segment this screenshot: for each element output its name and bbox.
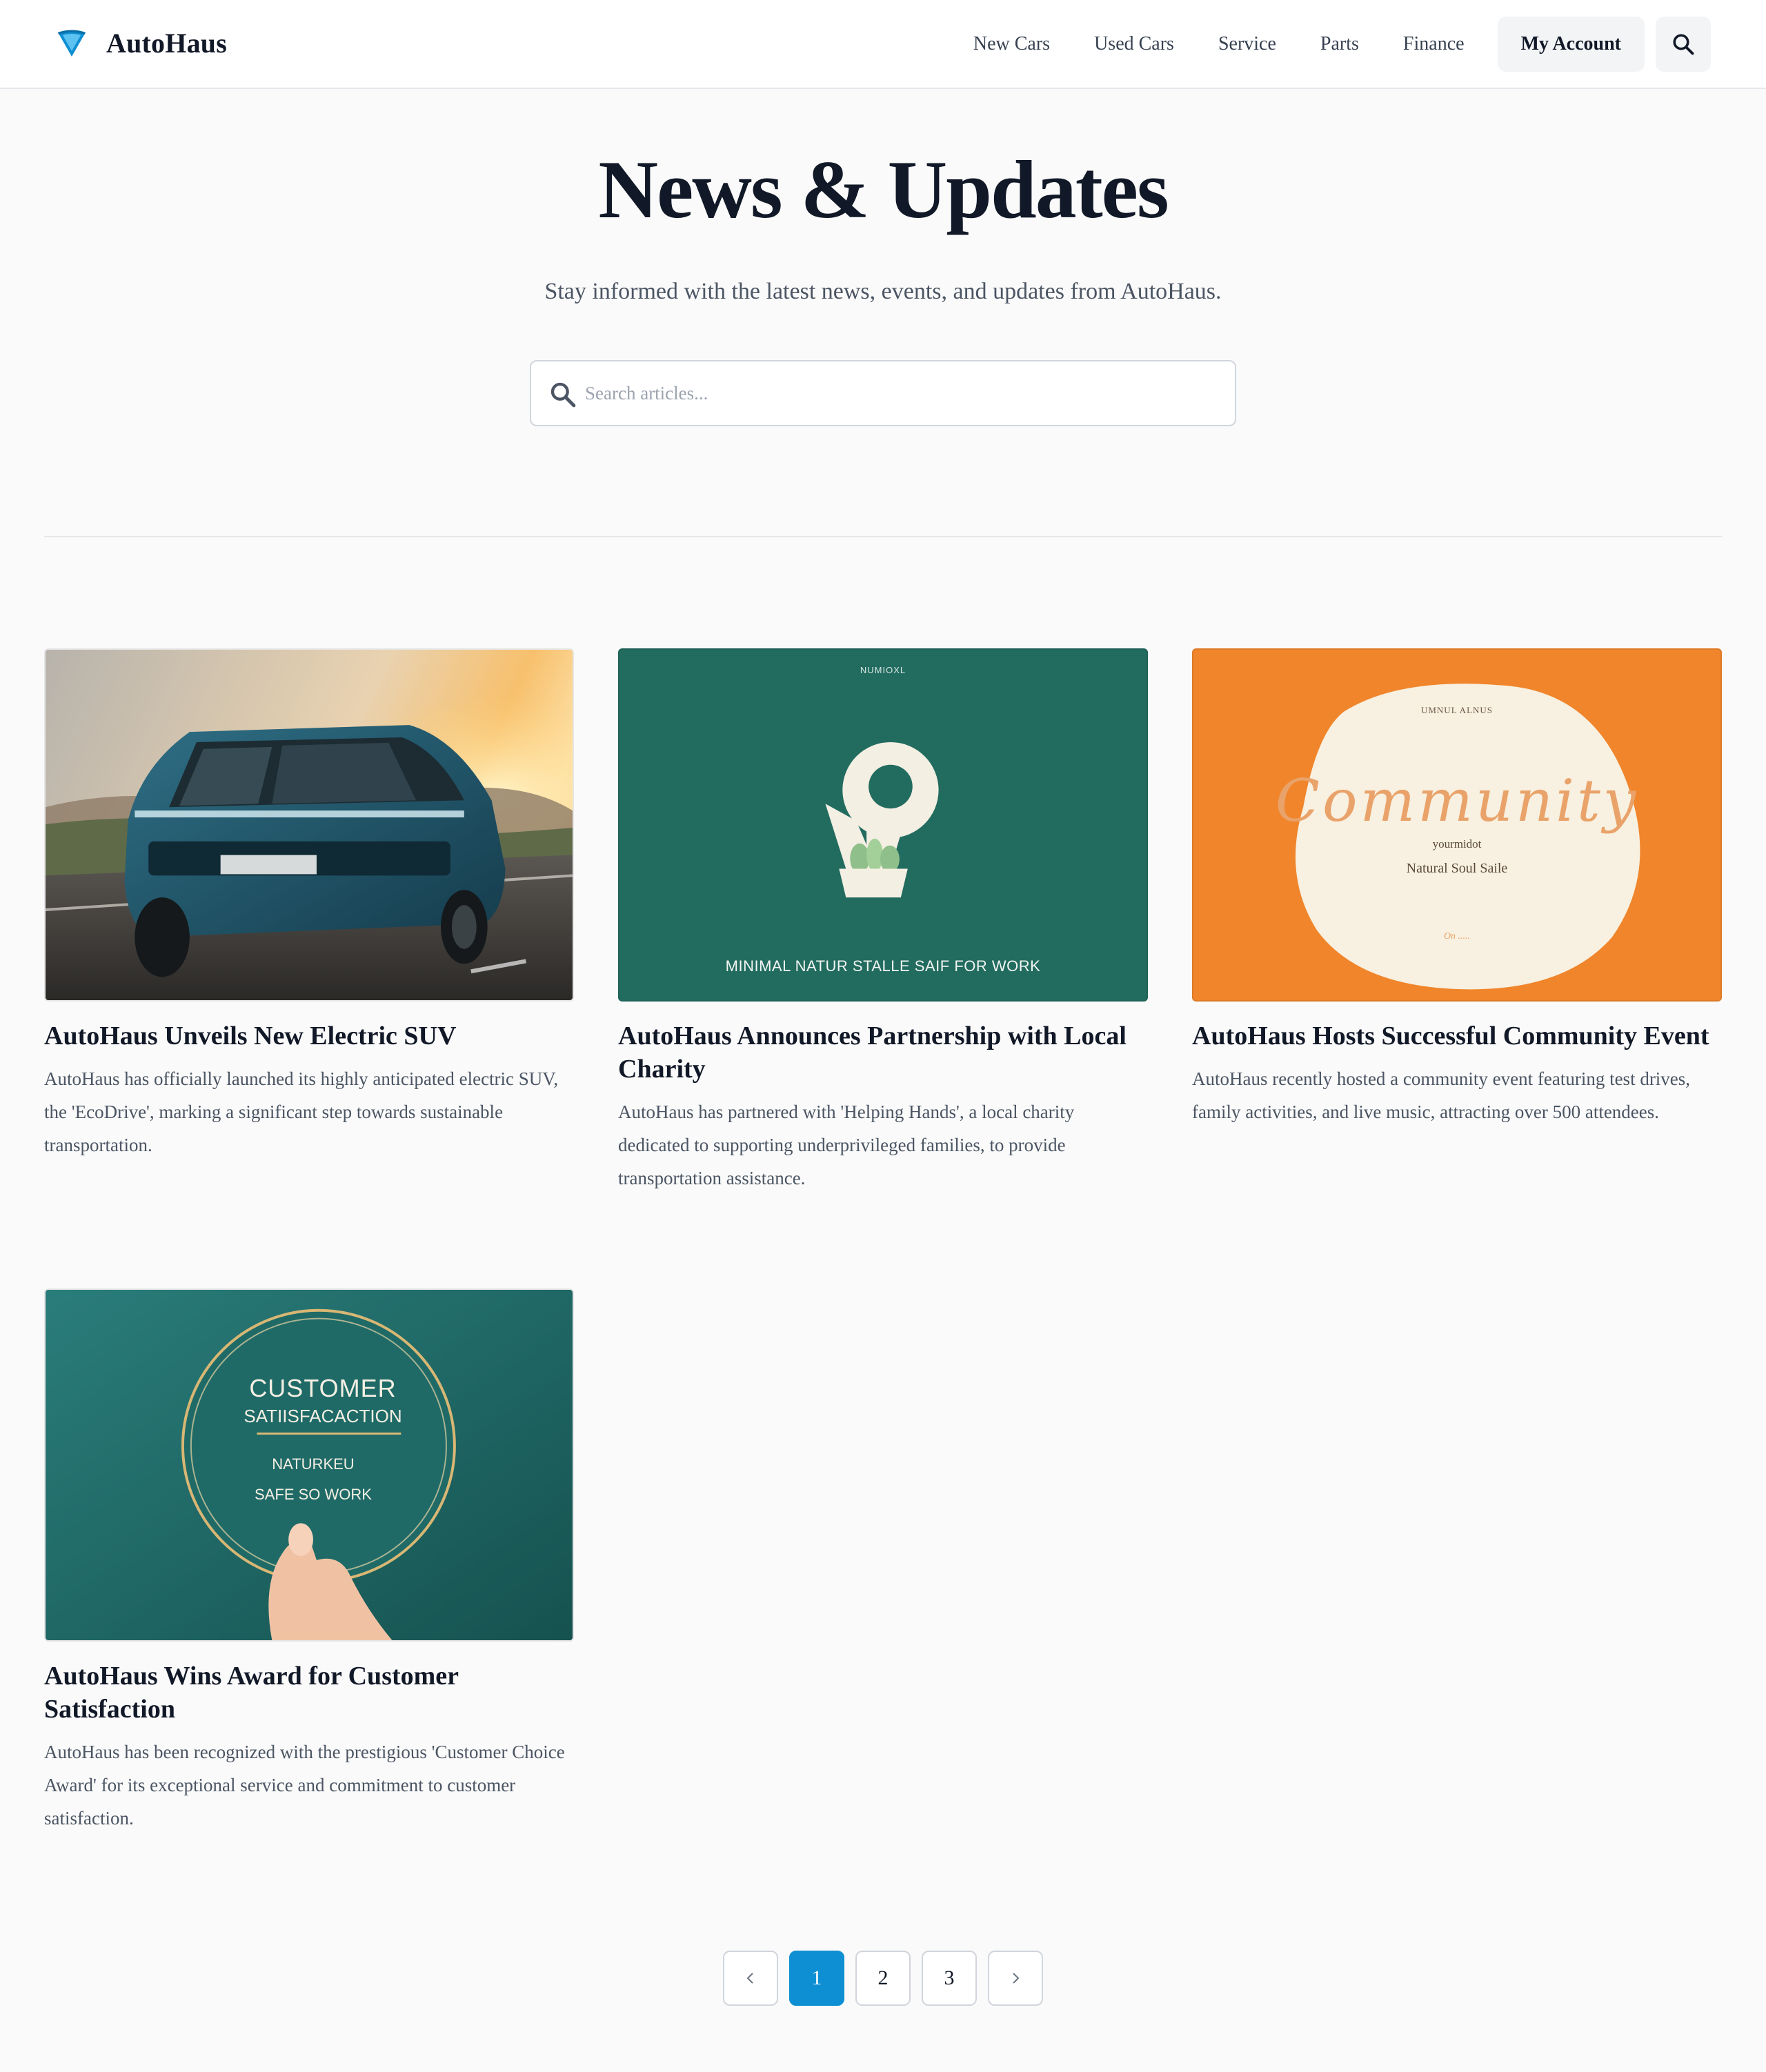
image-caption-line1: CUSTOMER <box>249 1374 397 1402</box>
article-title[interactable]: AutoHaus Announces Partnership with Loca… <box>618 1019 1148 1086</box>
image-caption-line4: SAFE SO WORK <box>255 1486 372 1503</box>
search-icon <box>1673 34 1694 55</box>
article-excerpt: AutoHaus recently hosted a community eve… <box>1192 1068 1691 1122</box>
pagination-page-2[interactable]: 2 <box>855 1951 911 2006</box>
brand-name: AutoHaus <box>106 27 227 59</box>
search-icon <box>550 382 576 408</box>
main-nav: New Cars Used Cars Service Parts Finance… <box>973 17 1711 72</box>
article-title[interactable]: AutoHaus Hosts Successful Community Even… <box>1192 1019 1722 1053</box>
image-caption-line1: yourmidot <box>1432 837 1482 850</box>
image-script-text: Community <box>1275 767 1639 835</box>
pagination: 1 2 3 <box>723 1951 1043 2006</box>
image-caption-bottom: MINIMAL NATUR STALLE SAIF FOR WORK <box>725 957 1041 975</box>
brand-logo[interactable]: AutoHaus <box>55 23 227 62</box>
article-image-award[interactable]: CUSTOMER SATIISFACACTION NATURKEU SAFE S… <box>44 1288 574 1642</box>
page-subtitle: Stay informed with the latest news, even… <box>544 279 1222 304</box>
header-search-button[interactable] <box>1656 17 1711 72</box>
article-image-charity[interactable]: NUMIOXL MINIMAL NATUR STALLE SAIF FOR WO… <box>618 648 1148 1002</box>
article-card[interactable]: NUMIOXL MINIMAL NATUR STALLE SAIF FOR WO… <box>618 648 1148 1195</box>
image-caption-line3: On ..... <box>1443 931 1471 942</box>
section-divider <box>44 536 1722 537</box>
pagination-next-button[interactable] <box>988 1951 1043 2006</box>
page-title: News & Updates <box>598 143 1169 235</box>
site-header: AutoHaus New Cars Used Cars Service Part… <box>0 0 1766 89</box>
pagination-page-1[interactable]: 1 <box>789 1951 844 2006</box>
article-title[interactable]: AutoHaus Unveils New Electric SUV <box>44 1019 574 1053</box>
chevron-left-icon <box>746 1973 753 1984</box>
image-caption-top: NUMIOXL <box>860 665 906 675</box>
nav-link-parts[interactable]: Parts <box>1320 33 1359 55</box>
pagination-page-3[interactable]: 3 <box>922 1951 977 2006</box>
chevron-right-icon <box>1013 1973 1020 1984</box>
plant-illustration-image <box>619 650 1147 1000</box>
article-search-box <box>530 360 1236 426</box>
image-caption-top: UMNUL ALNUS <box>1420 705 1494 715</box>
shield-logo-icon <box>58 30 86 57</box>
article-card[interactable]: UMNUL ALNUS Community yourmidot Natural … <box>1192 648 1722 1128</box>
article-image-electric-suv[interactable] <box>44 648 574 1002</box>
nav-link-used-cars[interactable]: Used Cars <box>1094 33 1174 55</box>
article-card[interactable]: CUSTOMER SATIISFACACTION NATURKEU SAFE S… <box>44 1288 574 1835</box>
nav-link-service[interactable]: Service <box>1218 33 1276 55</box>
electric-suv-image <box>46 650 573 1000</box>
image-caption-line3: NATURKEU <box>272 1455 355 1473</box>
nav-link-new-cars[interactable]: New Cars <box>973 33 1050 55</box>
image-caption-line2: SATIISFACACTION <box>244 1406 402 1426</box>
article-excerpt: AutoHaus has officially launched its hig… <box>44 1068 559 1155</box>
article-search-input[interactable] <box>585 363 1220 424</box>
article-title[interactable]: AutoHaus Wins Award for Customer Satisfa… <box>44 1660 574 1726</box>
article-excerpt: AutoHaus has been recognized with the pr… <box>44 1742 565 1829</box>
pagination-prev-button[interactable] <box>723 1951 778 2006</box>
article-card[interactable]: AutoHaus Unveils New Electric SUV AutoHa… <box>44 648 574 1162</box>
image-caption-line2: Natural Soul Saile <box>1406 861 1508 876</box>
my-account-button[interactable]: My Account <box>1497 17 1645 72</box>
nav-link-finance[interactable]: Finance <box>1403 33 1465 55</box>
article-excerpt: AutoHaus has partnered with 'Helping Han… <box>618 1102 1075 1188</box>
article-image-community-event[interactable]: UMNUL ALNUS Community yourmidot Natural … <box>1192 648 1722 1002</box>
